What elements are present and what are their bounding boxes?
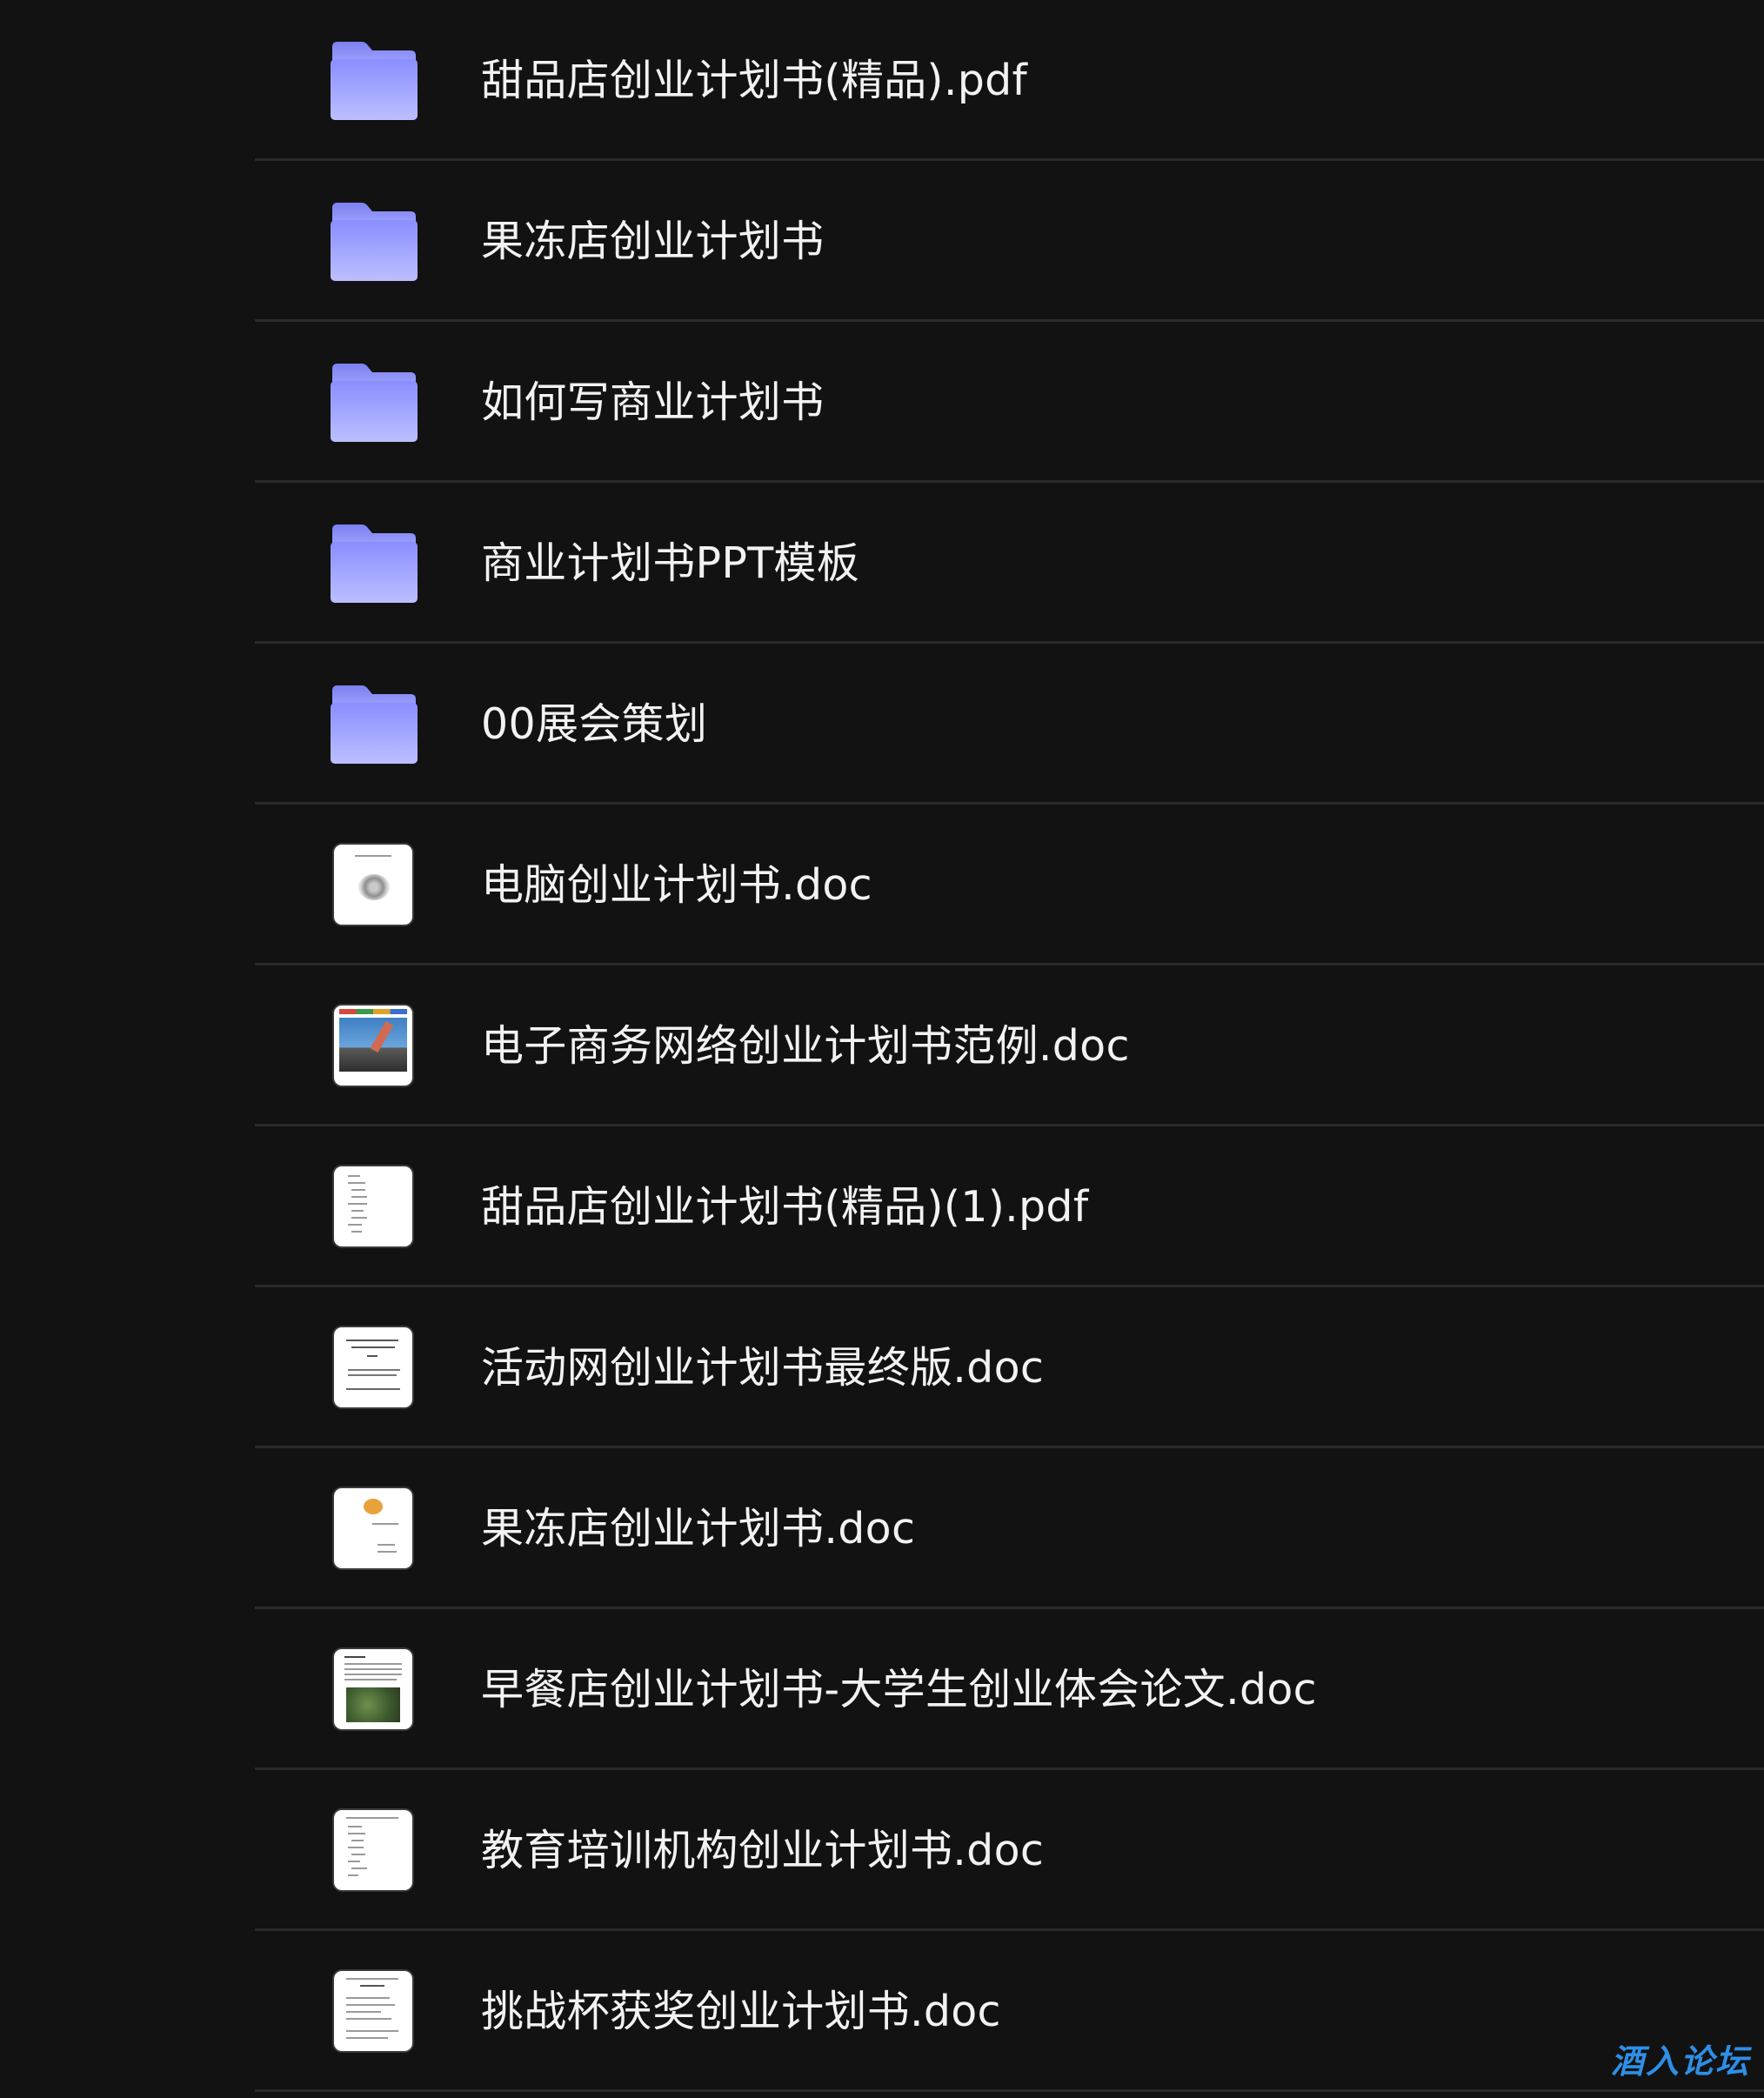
- folder-icon: [329, 684, 419, 767]
- file-row[interactable]: 电子商务网络创业计划书范例.doc: [0, 965, 1764, 1126]
- document-thumbnail-icon: [329, 1649, 419, 1733]
- document-thumbnail-icon: [329, 1006, 419, 1089]
- file-name: 果冻店创业计划书: [481, 217, 825, 266]
- folder-icon: [329, 362, 419, 445]
- file-name: 活动网创业计划书最终版.doc: [481, 1343, 1045, 1393]
- file-name: 商业计划书PPT模板: [481, 538, 860, 588]
- file-row[interactable]: 甜品店创业计划书(精品).pdf: [0, 0, 1764, 161]
- folder-icon: [329, 40, 419, 124]
- folder-icon: [329, 201, 419, 284]
- file-row[interactable]: 早餐店创业计划书-大学生创业体会论文.doc: [0, 1609, 1764, 1770]
- file-row[interactable]: 00展会策划: [0, 644, 1764, 805]
- document-thumbnail-icon: [329, 1166, 419, 1250]
- file-name: 甜品店创业计划书(精品).pdf: [481, 56, 1028, 105]
- document-thumbnail-icon: [329, 845, 419, 928]
- file-row[interactable]: 商业计划书PPT模板: [0, 483, 1764, 644]
- document-thumbnail-icon: [329, 1810, 419, 1894]
- file-row[interactable]: 电脑创业计划书.doc: [0, 805, 1764, 965]
- file-row[interactable]: 甜品店创业计划书(精品)(1).pdf: [0, 1126, 1764, 1287]
- file-name: 00展会策划: [481, 699, 708, 749]
- document-thumbnail-icon: [329, 1488, 419, 1572]
- document-thumbnail-icon: [329, 1327, 419, 1411]
- folder-icon: [329, 523, 419, 606]
- row-divider: [255, 2089, 1764, 2092]
- file-name: 甜品店创业计划书(精品)(1).pdf: [481, 1182, 1089, 1232]
- file-name: 电脑创业计划书.doc: [481, 860, 872, 910]
- file-row[interactable]: 挑战杯获奖创业计划书.doc: [0, 1931, 1764, 2092]
- file-list: 甜品店创业计划书(精品).pdf 果冻店创业计划书 如何写商业计划书 商业计划书…: [0, 0, 1764, 2098]
- file-row[interactable]: 活动网创业计划书最终版.doc: [0, 1287, 1764, 1448]
- file-row[interactable]: 果冻店创业计划书.doc: [0, 1448, 1764, 1609]
- file-name: 电子商务网络创业计划书范例.doc: [481, 1021, 1130, 1071]
- file-name: 如何写商业计划书: [481, 378, 825, 427]
- file-name: 教育培训机构创业计划书.doc: [481, 1826, 1045, 1875]
- file-name: 挑战杯获奖创业计划书.doc: [481, 1987, 1001, 2036]
- file-name: 早餐店创业计划书-大学生创业体会论文.doc: [481, 1665, 1317, 1714]
- file-row[interactable]: 如何写商业计划书: [0, 322, 1764, 483]
- file-row[interactable]: 果冻店创业计划书: [0, 161, 1764, 322]
- watermark-logo: 酒入论坛: [1610, 2042, 1750, 2081]
- file-name: 果冻店创业计划书.doc: [481, 1504, 916, 1553]
- document-thumbnail-icon: [329, 1971, 419, 2055]
- file-row[interactable]: 教育培训机构创业计划书.doc: [0, 1770, 1764, 1931]
